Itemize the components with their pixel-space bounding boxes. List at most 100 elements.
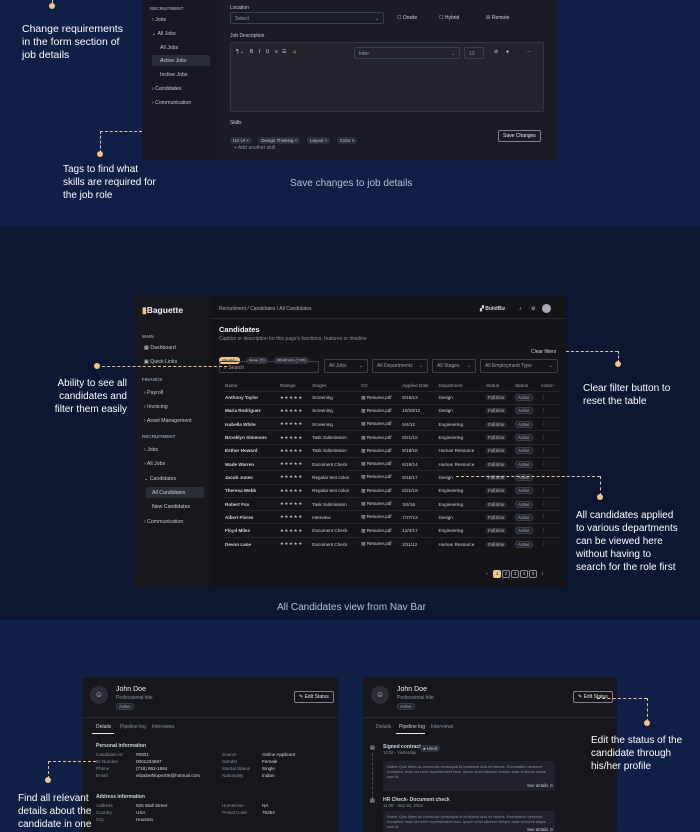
- link-icon[interactable]: ⊘: [494, 49, 498, 55]
- color-icon[interactable]: ●: [506, 49, 509, 55]
- location-select[interactable]: Select ⌄: [230, 12, 384, 24]
- search-input[interactable]: ⌕ Search: [219, 361, 319, 373]
- emoji-icon[interactable]: ☺: [292, 49, 297, 55]
- page-button[interactable]: 3: [511, 570, 520, 578]
- cell-action[interactable]: ⋮: [538, 483, 559, 498]
- sidebar-item-inactive-jobs[interactable]: Inctive Jobs: [160, 72, 187, 78]
- skill-tag[interactable]: Layout ×: [306, 137, 331, 144]
- cell-action[interactable]: ⋮: [538, 470, 559, 485]
- table-row[interactable]: Robert Fox ★★★★★ Task Submission ▧ Resume.p…: [223, 496, 559, 511]
- page-button[interactable]: 5: [529, 570, 538, 578]
- table-row[interactable]: Albert Flores ★★★★★ Interview ▧ Resume.pdf 7…: [223, 510, 559, 524]
- cell-cv[interactable]: ▧ Resume.pdf: [359, 456, 401, 471]
- cell-action[interactable]: ⋮: [538, 523, 559, 538]
- tab-details[interactable]: Details: [96, 724, 111, 730]
- cell-cv[interactable]: ▧ Resume.pdf: [359, 536, 401, 551]
- cell-cv[interactable]: ▧ Resume.pdf: [359, 443, 401, 458]
- more-icon[interactable]: ⋮: [541, 448, 546, 453]
- font-select[interactable]: Inter ⌄: [354, 47, 460, 59]
- cell-cv[interactable]: ▧ Resume.pdf: [359, 483, 401, 498]
- cell-cv[interactable]: ▧ Resume.pdf: [359, 496, 401, 511]
- cell-action[interactable]: ⋮: [538, 496, 559, 511]
- more-icon[interactable]: ⋮: [541, 461, 546, 466]
- filter-departments[interactable]: All Departments ⌄: [372, 359, 428, 373]
- check-remote[interactable]: ☒ Remote: [486, 15, 509, 21]
- cell-cv[interactable]: ▧ Resume.pdf: [359, 510, 401, 524]
- avatar[interactable]: [542, 304, 551, 313]
- sidebar-item-candidates[interactable]: ⌄ Candidates: [144, 476, 176, 482]
- more-icon[interactable]: ⋮: [541, 514, 546, 519]
- underline-icon[interactable]: U: [266, 49, 270, 55]
- check-onsite[interactable]: ☐ Onsite: [397, 15, 417, 21]
- col-header[interactable]: Status: [513, 381, 539, 391]
- filter-jobs[interactable]: All Jobs ⌄: [324, 359, 368, 373]
- sidebar-item-communication[interactable]: › Communication: [152, 100, 191, 106]
- cell-cv[interactable]: ▧ Resume.pdf: [359, 430, 401, 445]
- more-icon[interactable]: ⋮: [541, 541, 546, 546]
- cell-action[interactable]: ⋮: [538, 536, 559, 551]
- col-header[interactable]: Name: [223, 381, 278, 391]
- cell-cv[interactable]: ▧ Resume.pdf: [359, 470, 401, 485]
- sidebar-item-quick-links[interactable]: ▣ Quick Links: [144, 359, 177, 365]
- prev-page-icon[interactable]: ‹: [486, 571, 488, 577]
- skill-tag[interactable]: UX UI ×: [230, 137, 252, 144]
- tab-interviews[interactable]: Interviews: [152, 724, 175, 730]
- check-hybrid[interactable]: ☐ Hybrid: [439, 15, 459, 21]
- cell-action[interactable]: ⋮: [538, 390, 559, 405]
- italic-icon[interactable]: I: [259, 49, 260, 55]
- table-row[interactable]: Wade Warren ★★★★★ Document Check ▧ Resume.p…: [223, 456, 559, 471]
- more-icon[interactable]: ⋮: [541, 501, 546, 506]
- table-row[interactable]: Jacob Jones ★★★★★ Regular test colun ▧ Resu…: [223, 470, 559, 485]
- table-row[interactable]: Isabella White ★★★★★ Screening ▧ Resume.pdf…: [223, 417, 559, 431]
- sidebar-item-all-jobs-sub[interactable]: All Jobs: [160, 45, 178, 51]
- more-icon[interactable]: ⋮: [541, 421, 546, 426]
- col-header[interactable]: Ratings: [278, 381, 310, 391]
- tab-details[interactable]: Details: [376, 724, 391, 730]
- tab-pipeline[interactable]: Pipeline log: [120, 724, 146, 730]
- cell-cv[interactable]: ▧ Resume.pdf: [359, 390, 401, 405]
- table-row[interactable]: Devon Lane ★★★★★ Document Check ▧ Resume.pd…: [223, 536, 559, 551]
- cell-action[interactable]: ⋮: [538, 456, 559, 471]
- skill-tag[interactable]: Color ×: [336, 137, 358, 144]
- more-icon[interactable]: ⋯: [526, 49, 531, 55]
- sidebar-item-payroll[interactable]: › Payroll: [144, 390, 163, 396]
- table-row[interactable]: Esther Howard ★★★★★ Task Submission ▧ Resum…: [223, 443, 559, 458]
- more-icon[interactable]: ⋮: [541, 435, 546, 440]
- sidebar-item-invoicing[interactable]: › Invoicing: [144, 404, 168, 410]
- sidebar-item-all-jobs[interactable]: ⌄ All Jobs: [152, 31, 176, 37]
- more-icon[interactable]: ⋮: [541, 395, 546, 400]
- sidebar-item-communication[interactable]: › Communication: [144, 519, 183, 525]
- tab-pipeline[interactable]: Pipeline log: [399, 724, 425, 730]
- table-row[interactable]: Anthony Taylor ★★★★★ Screening ▧ Resume.pdf…: [223, 390, 559, 405]
- page-button[interactable]: 4: [520, 570, 529, 578]
- next-page-icon[interactable]: ›: [542, 571, 544, 577]
- see-details-link[interactable]: See details ⊙: [527, 827, 553, 832]
- more-icon[interactable]: ⋮: [541, 408, 546, 413]
- bold-icon[interactable]: B: [250, 49, 253, 55]
- col-header[interactable]: Stages: [310, 381, 359, 391]
- sidebar-item-jobs[interactable]: › Jobs: [152, 17, 166, 23]
- font-size-select[interactable]: 13: [464, 47, 484, 59]
- cell-action[interactable]: ⋮: [538, 443, 559, 458]
- list-ordered-icon[interactable]: ☰: [282, 49, 286, 55]
- bell-icon[interactable]: ♪: [519, 306, 522, 312]
- table-row[interactable]: Floyd Miles ★★★★★ Document Check ▧ Resume.p…: [223, 523, 559, 538]
- page-button[interactable]: 1: [493, 570, 502, 578]
- skill-tag[interactable]: Design Thinking ×: [258, 137, 301, 144]
- cell-action[interactable]: ⋮: [538, 430, 559, 445]
- table-row[interactable]: Theresa Webb ★★★★★ Regular test colun ▧ Res…: [223, 483, 559, 498]
- add-skill-link[interactable]: + Add another skill: [234, 145, 275, 151]
- cell-cv[interactable]: ▧ Resume.pdf: [359, 523, 401, 538]
- save-changes-button[interactable]: Save Changes: [498, 130, 541, 142]
- sidebar-item-active-jobs[interactable]: Active Jobs: [160, 58, 187, 64]
- sidebar-item-asset[interactable]: › Asset Management: [144, 418, 192, 424]
- table-row[interactable]: Maria Rodriguez ★★★★★ Screening ▧ Resume.pd…: [223, 403, 559, 418]
- edit-status-button[interactable]: ✎ Edit Status: [573, 691, 613, 703]
- edit-status-button[interactable]: ✎ Edit Status: [294, 691, 334, 703]
- paragraph-icon[interactable]: ¶ ⌄: [236, 49, 244, 55]
- col-header[interactable]: CV: [359, 381, 400, 391]
- sidebar-item-dashboard[interactable]: ▦ Dashboard: [144, 345, 176, 351]
- col-header[interactable]: Applied Date: [400, 381, 436, 391]
- more-icon[interactable]: ⋮: [541, 488, 546, 493]
- tab-interviews[interactable]: Interviews: [431, 724, 454, 730]
